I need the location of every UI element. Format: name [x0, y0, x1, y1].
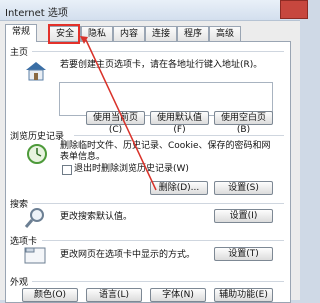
tab-general-label: 常规	[11, 27, 30, 37]
security-tab-highlight	[48, 24, 80, 44]
annotation-arrow	[80, 36, 157, 191]
internet-options-dialog: Internet 选项 常规 安全 隐私 内容 连接 程序 高级 主页 若要创建…	[0, 0, 308, 303]
tab-general[interactable]: 常规	[5, 24, 37, 42]
